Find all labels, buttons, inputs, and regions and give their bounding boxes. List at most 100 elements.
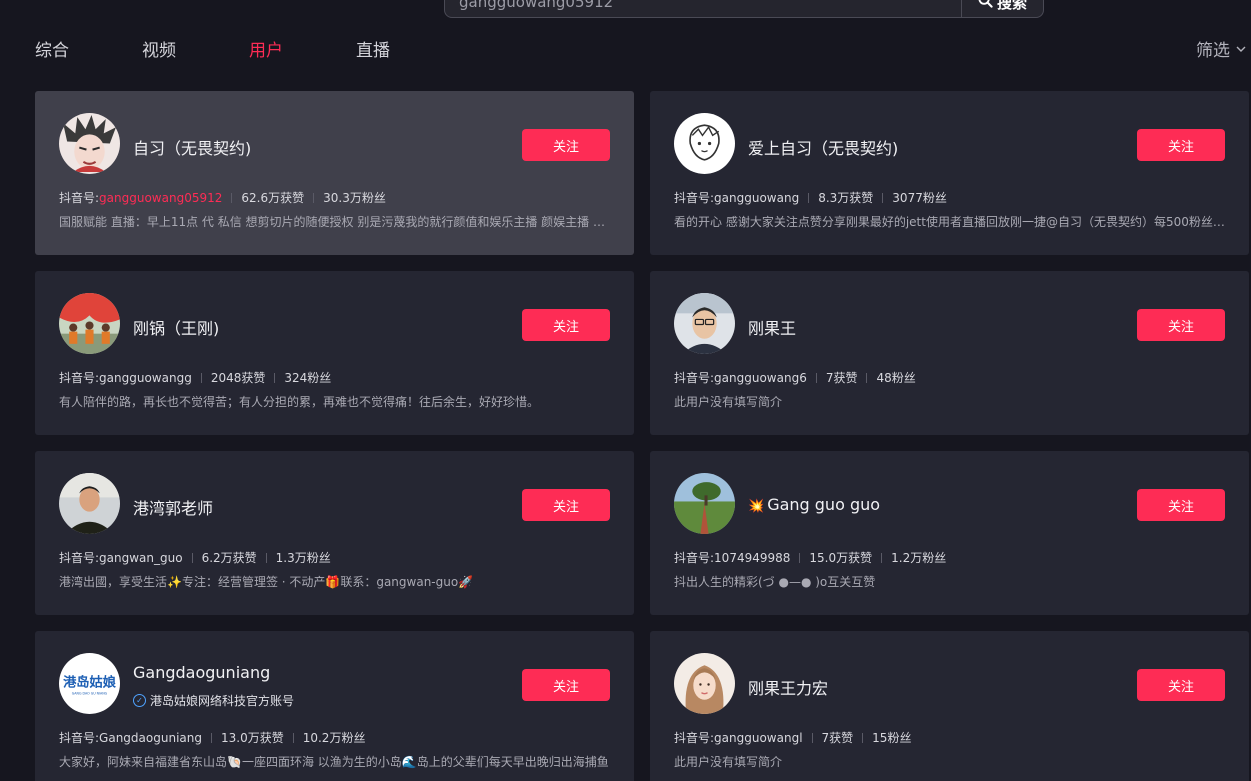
stat-divider [882,192,884,203]
user-bio: 大家好，阿妹来自福建省东山岛🐚一座四面环海 以渔为生的小岛🌊岛上的父辈们每天早出… [59,755,609,769]
tab-videos[interactable]: 视频 [142,36,176,61]
handle-label: 抖音号: [59,551,100,565]
verified-account: ✓ 港岛姑娘网络科技官方账号 [133,692,294,709]
stat-divider [808,192,810,203]
user-bio: 港湾出國，享受生活✨专注：经营管理签 · 不动产🎁联系：gangwan-guo🚀 [59,575,474,589]
handle-value: gangguowangl [714,730,803,745]
user-name[interactable]: 💥 Gang guo guo [748,495,880,514]
user-stats: 抖音号: gangwan_guo 6.2万获赞 1.3万粉丝 [59,549,331,566]
user-name[interactable]: 刚果王 [748,315,796,339]
user-stats: 抖音号: gangguowang05912 62.6万获赞 30.3万粉丝 [59,189,386,206]
handle-value: gangguowang6 [714,370,807,385]
follow-button[interactable]: 关注 [1137,489,1225,521]
user-card[interactable]: 刚果王力宏 关注 抖音号: gangguowangl 7获赞 15粉丝 此用户没… [650,631,1249,781]
handle-value: Gangdaoguniang [99,730,202,745]
user-name-text: Gang guo guo [767,495,881,514]
search-input[interactable] [445,0,961,17]
stat-divider [231,192,233,203]
handle-label: 抖音号: [674,371,715,385]
stat-divider [191,552,193,563]
user-card[interactable]: 刚锅（王刚) 关注 抖音号: gangguowangg 2048获赞 324粉丝… [35,271,634,435]
fans-count: 3077粉丝 [892,191,947,205]
user-name[interactable]: 港湾郭老师 [133,495,213,519]
stat-divider [862,732,864,743]
fans-count: 30.3万粉丝 [323,191,386,205]
avatar[interactable]: 港岛姑娘 GANG DAO GU NIANG [59,653,120,714]
tab-users[interactable]: 用户 [249,36,283,61]
stat-divider [265,552,267,563]
fans-count: 15粉丝 [872,731,912,745]
user-stats: 抖音号: gangguowang6 7获赞 48粉丝 [674,369,916,386]
follow-button[interactable]: 关注 [1137,129,1225,161]
user-name[interactable]: 自习（无畏契约) [133,135,251,159]
stat-divider [811,732,813,743]
user-card[interactable]: 港岛姑娘 GANG DAO GU NIANG Gangdaoguniang ✓ … [35,631,634,781]
follow-button[interactable]: 关注 [1137,669,1225,701]
user-card[interactable]: 刚果王 关注 抖音号: gangguowang6 7获赞 48粉丝 此用户没有填… [650,271,1249,435]
likes-count: 8.3万获赞 [818,191,874,205]
handle-value: gangguowang05912 [99,190,223,205]
logo-main-text: 港岛姑娘 [63,674,117,691]
handle-value: gangwan_guo [99,550,183,565]
handle-label: 抖音号: [674,191,715,205]
search-button[interactable]: 搜索 [960,0,1043,17]
user-card[interactable]: 💥 Gang guo guo 关注 抖音号: 1074949988 15.0万获赞… [650,451,1249,615]
user-name[interactable]: Gangdaoguniang [133,663,270,682]
search-icon [978,0,993,12]
handle-value: gangguowang [714,190,800,205]
stat-divider [274,372,276,383]
follow-button[interactable]: 关注 [522,129,610,161]
filter-button[interactable]: 筛选 [1196,36,1246,61]
user-bio: 国服赋能 直播：早上11点 代 私信 想剪切片的随便授权 别是污蔑我的就行颜值和… [59,215,611,229]
avatar[interactable] [674,293,735,354]
follow-button[interactable]: 关注 [522,309,610,341]
handle-value: gangguowangg [99,370,192,385]
likes-count: 7获赞 [825,371,858,385]
user-card[interactable]: 爱上自习（无畏契约) 关注 抖音号: gangguowang 8.3万获赞 30… [650,91,1249,255]
avatar[interactable] [59,113,120,174]
user-stats: 抖音号: 1074949988 15.0万获赞 1.2万粉丝 [674,549,946,566]
search-bar: 搜索 [444,0,1044,18]
stat-divider [799,552,801,563]
follow-button[interactable]: 关注 [522,669,610,701]
user-stats: 抖音号: gangguowangg 2048获赞 324粉丝 [59,369,331,386]
stat-divider [866,372,868,383]
handle-label: 抖音号: [59,371,100,385]
user-stats: 抖音号: gangguowangl 7获赞 15粉丝 [674,729,911,746]
avatar[interactable] [59,293,120,354]
user-bio: 抖出人生的精彩(づ ●—● )o互关互赞 [674,575,876,589]
user-bio: 有人陪伴的路，再长也不觉得苦；有人分担的累，再难也不觉得痛！往后余生，好好珍惜。 [59,395,540,409]
fans-count: 1.2万粉丝 [891,551,947,565]
user-card[interactable]: 港湾郭老师 关注 抖音号: gangwan_guo 6.2万获赞 1.3万粉丝 … [35,451,634,615]
tab-all[interactable]: 综合 [35,36,69,61]
fans-count: 48粉丝 [876,371,916,385]
follow-button[interactable]: 关注 [522,489,610,521]
stat-divider [815,372,817,383]
handle-label: 抖音号: [674,551,715,565]
likes-count: 13.0万获赞 [220,731,284,745]
likes-count: 15.0万获赞 [809,551,873,565]
handle-label: 抖音号: [59,191,100,205]
tab-live[interactable]: 直播 [356,36,390,61]
likes-count: 2048获赞 [210,371,266,385]
stat-divider [313,192,315,203]
user-bio: 此用户没有填写简介 [674,395,783,409]
avatar[interactable] [674,653,735,714]
handle-value: 1074949988 [714,550,791,565]
fans-count: 324粉丝 [284,371,332,385]
user-name[interactable]: 刚果王力宏 [748,675,828,699]
avatar[interactable] [59,473,120,534]
user-bio: 此用户没有填写简介 [674,755,783,769]
follow-button[interactable]: 关注 [1137,309,1225,341]
handle-label: 抖音号: [59,731,100,745]
filter-label: 筛选 [1196,41,1230,61]
avatar[interactable] [674,113,735,174]
likes-count: 6.2万获赞 [201,551,257,565]
user-name[interactable]: 爱上自习（无畏契约) [748,135,898,159]
avatar[interactable] [674,473,735,534]
likes-count: 62.6万获赞 [241,191,305,205]
user-name[interactable]: 刚锅（王刚) [133,315,219,339]
logo-sub-text: GANG DAO GU NIANG [72,692,108,696]
user-card[interactable]: 自习（无畏契约) 关注 抖音号: gangguowang05912 62.6万获… [35,91,634,255]
stat-divider [210,732,212,743]
